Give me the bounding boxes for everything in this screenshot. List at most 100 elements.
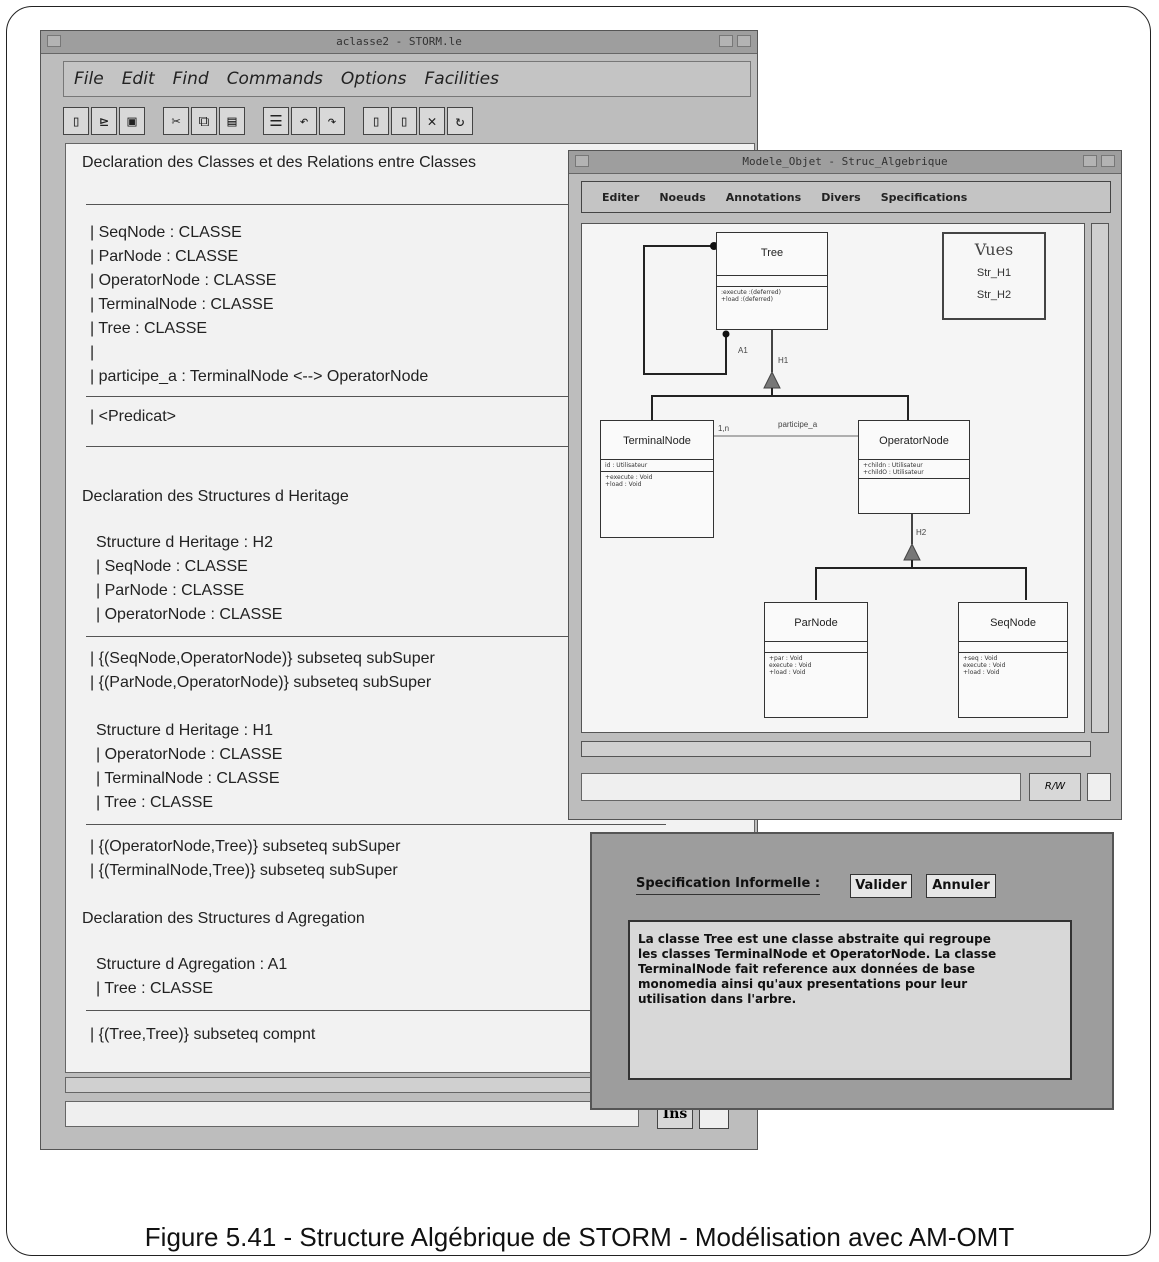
diagram-status-field[interactable] xyxy=(581,773,1021,801)
label-h1: H1 xyxy=(778,356,789,365)
menu-noeuds[interactable]: Noeuds xyxy=(659,191,705,204)
class-attributes xyxy=(717,275,827,286)
editor-toolbar: ▯ ⊵ ▣ ✂ ⧉ ▤ ☰ ↶ ↷ ▯ ▯ ✕ ↻ xyxy=(63,103,475,139)
text-line: | {(Tree,Tree)} subseteq compnt xyxy=(90,1026,316,1043)
menu-annotations[interactable]: Annotations xyxy=(726,191,801,204)
figure-caption: Figure 5.41 - Structure Algébrique de ST… xyxy=(144,1222,1015,1252)
validate-button[interactable]: Valider xyxy=(850,874,912,898)
text-line: | TerminalNode : CLASSE xyxy=(90,296,274,313)
operation: execute : Void xyxy=(963,662,1006,669)
format-icon[interactable]: ☰ xyxy=(263,107,289,135)
editor-title: aclasse2 - STORM.le xyxy=(336,35,462,48)
page2-icon[interactable]: ▯ xyxy=(391,107,417,135)
operation: +load : Void xyxy=(963,669,1000,676)
text-line: | {(ParNode,OperatorNode)} subseteq subS… xyxy=(90,674,432,691)
class-tree[interactable]: Tree :execute :(deferred) +load :(deferr… xyxy=(716,232,828,330)
operation: +par : Void xyxy=(769,655,803,662)
command-line-input[interactable] xyxy=(65,1101,639,1127)
text-line: | Tree : CLASSE xyxy=(96,980,214,997)
text-line: | participe_a : TerminalNode <--> Operat… xyxy=(90,368,429,385)
cancel-button[interactable]: Annuler xyxy=(926,874,996,898)
menu-specifications[interactable]: Specifications xyxy=(881,191,968,204)
menu-edit[interactable]: Edit xyxy=(122,69,155,89)
attribute: +childO : Utilisateur xyxy=(863,469,924,476)
open-folder-icon[interactable]: ⊵ xyxy=(91,107,117,135)
views-title: Vues xyxy=(974,240,1014,259)
operation: +seq : Void xyxy=(963,655,998,662)
menu-find[interactable]: Find xyxy=(173,69,209,89)
class-name: OperatorNode xyxy=(879,435,949,447)
paste-icon[interactable]: ▤ xyxy=(219,107,245,135)
diagram-window: Modele_Objet - Struc_Algebrique Editer N… xyxy=(568,150,1122,820)
h1-title: Structure d Heritage : H1 xyxy=(96,722,273,739)
undo-icon[interactable]: ↶ xyxy=(291,107,317,135)
spec-textarea[interactable]: La classe Tree est une classe abstraite … xyxy=(628,920,1072,1080)
menu-options[interactable]: Options xyxy=(341,69,407,89)
view-item[interactable]: Str_H2 xyxy=(944,289,1044,301)
spec-label: Specification Informelle : xyxy=(636,876,821,895)
text-line: | TerminalNode : CLASSE xyxy=(96,770,280,787)
operation: execute : Void xyxy=(769,662,812,669)
class-operatornode[interactable]: OperatorNode +childn : Utilisateur +chil… xyxy=(858,420,970,514)
window-menu-button[interactable] xyxy=(575,155,589,167)
attribute: +childn : Utilisateur xyxy=(863,462,923,469)
diagram-titlebar[interactable]: Modele_Objet - Struc_Algebrique xyxy=(569,151,1121,174)
new-file-icon[interactable]: ▯ xyxy=(63,107,89,135)
maximize-button[interactable] xyxy=(737,35,751,47)
text-line: | Tree : CLASSE xyxy=(90,320,208,337)
class-name: ParNode xyxy=(794,617,838,629)
diagram-title: Modele_Objet - Struc_Algebrique xyxy=(742,155,948,168)
text-line: | OperatorNode : CLASSE xyxy=(96,746,283,763)
label-a1: A1 xyxy=(738,346,748,355)
class-operations: +execute : Void +load : Void xyxy=(601,471,713,490)
diagram-menubar: Editer Noeuds Annotations Divers Specifi… xyxy=(581,181,1111,213)
maximize-button[interactable] xyxy=(1101,155,1115,167)
minimize-button[interactable] xyxy=(1083,155,1097,167)
class-parnode[interactable]: ParNode +par : Void execute : Void +load… xyxy=(764,602,868,718)
h2-title: Structure d Heritage : H2 xyxy=(96,534,273,551)
minimize-button[interactable] xyxy=(719,35,733,47)
class-attributes xyxy=(765,641,867,652)
copy-icon[interactable]: ⧉ xyxy=(191,107,217,135)
text-line: | OperatorNode : CLASSE xyxy=(96,606,283,623)
window-menu-button[interactable] xyxy=(47,35,61,47)
separator xyxy=(86,1010,646,1011)
save-icon[interactable]: ▣ xyxy=(119,107,145,135)
class-attributes: +childn : Utilisateur +childO : Utilisat… xyxy=(859,459,969,478)
class-terminalnode[interactable]: TerminalNode id : Utilisateur +execute :… xyxy=(600,420,714,538)
heading-heritage: Declaration des Structures d Heritage xyxy=(82,488,349,505)
editor-titlebar[interactable]: aclasse2 - STORM.le xyxy=(41,31,757,54)
horizontal-scrollbar[interactable] xyxy=(581,741,1091,757)
redo-icon[interactable]: ↷ xyxy=(319,107,345,135)
page-icon[interactable]: ▯ xyxy=(363,107,389,135)
heading-agregation: Declaration des Structures d Agregation xyxy=(82,910,365,927)
class-operations: +seq : Void execute : Void +load : Void xyxy=(959,652,1067,678)
text-line: | {(SeqNode,OperatorNode)} subseteq subS… xyxy=(90,650,435,667)
operation: +execute : Void xyxy=(605,474,653,481)
rw-mode-button[interactable]: R/W xyxy=(1029,773,1081,801)
class-operations: :execute :(deferred) +load :(deferred) xyxy=(717,286,827,305)
close-x-icon[interactable]: ✕ xyxy=(419,107,445,135)
class-name: TerminalNode xyxy=(623,435,691,447)
text-line: | {(TerminalNode,Tree)} subseteq subSupe… xyxy=(90,862,398,879)
diagram-canvas[interactable]: A1 H1 participe_a 1,n H2 Tree :execute :… xyxy=(581,223,1085,733)
vertical-scrollbar[interactable] xyxy=(1091,223,1109,733)
menu-facilities[interactable]: Facilities xyxy=(425,69,499,89)
cut-icon[interactable]: ✂ xyxy=(163,107,189,135)
menu-commands[interactable]: Commands xyxy=(227,69,323,89)
menu-file[interactable]: File xyxy=(74,69,104,89)
text-line: | <Predicat> xyxy=(90,408,176,425)
class-seqnode[interactable]: SeqNode +seq : Void execute : Void +load… xyxy=(958,602,1068,718)
class-attributes xyxy=(959,641,1067,652)
menu-editer[interactable]: Editer xyxy=(602,191,639,204)
view-item[interactable]: Str_H1 xyxy=(944,267,1044,279)
refresh-icon[interactable]: ↻ xyxy=(447,107,473,135)
a1-title: Structure d Agregation : A1 xyxy=(96,956,288,973)
menu-divers[interactable]: Divers xyxy=(821,191,861,204)
label-h2: H2 xyxy=(916,528,927,537)
text-line: | xyxy=(90,344,95,361)
class-attributes: id : Utilisateur xyxy=(601,459,713,471)
views-panel[interactable]: Vues Str_H1 Str_H2 xyxy=(942,232,1046,320)
text-line: | ParNode : CLASSE xyxy=(90,248,239,265)
class-name: SeqNode xyxy=(990,617,1036,629)
